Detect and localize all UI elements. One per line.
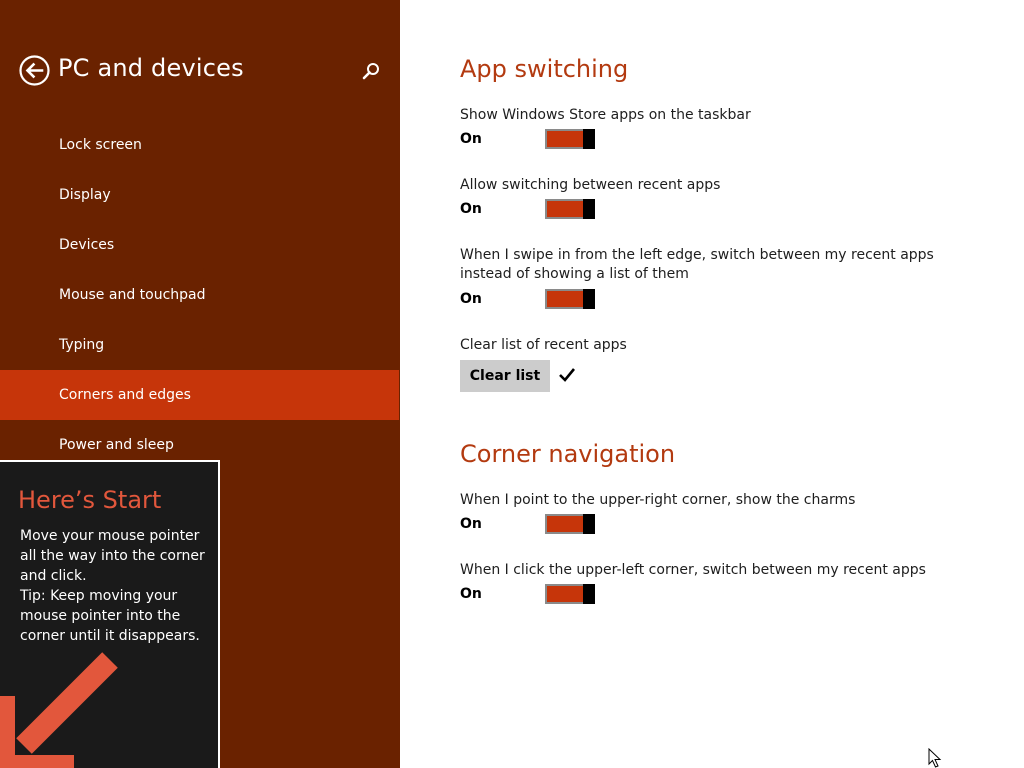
sidebar-item-mouse-and-touchpad[interactable]: Mouse and touchpad [0, 270, 399, 320]
checkmark-icon [559, 368, 576, 382]
toggle-state: On [460, 201, 482, 217]
page-title: PC and devices [58, 54, 244, 82]
setting-label: Show Windows Store apps on the taskbar [460, 107, 751, 123]
arrow-down-left-icon [0, 652, 118, 768]
toggle-state: On [460, 131, 482, 147]
toggle-thumb [583, 584, 595, 604]
start-tip-text: Tip: Keep moving your [20, 588, 178, 604]
toggle-thumb [583, 129, 595, 149]
show-charms-toggle[interactable] [545, 514, 595, 534]
toggle-fill [547, 586, 583, 602]
taskbar-apps-toggle[interactable] [545, 129, 595, 149]
toggle-fill [547, 201, 583, 217]
sidebar-item-label: Mouse and touchpad [59, 287, 206, 303]
back-button[interactable] [19, 55, 50, 86]
mouse-cursor-icon [928, 748, 942, 768]
setting-label: Allow switching between recent apps [460, 177, 721, 193]
sidebar-item-corners-and-edges[interactable]: Corners and edges [0, 370, 399, 420]
section-heading-corner-navigation: Corner navigation [460, 440, 676, 468]
start-tip-text: mouse pointer into the [20, 608, 181, 624]
setting-label: When I click the upper-left corner, swit… [460, 562, 926, 578]
sidebar-item-devices[interactable]: Devices [0, 220, 399, 270]
toggle-state: On [460, 516, 482, 532]
sidebar-item-lock-screen[interactable]: Lock screen [0, 120, 399, 170]
sidebar-item-typing[interactable]: Typing [0, 320, 399, 370]
toggle-thumb [583, 514, 595, 534]
sidebar-item-label: Display [59, 187, 111, 203]
setting-label: When I swipe in from the left edge, swit… [460, 247, 934, 282]
sidebar-item-label: Typing [59, 337, 105, 353]
setting-label: When I point to the upper-right corner, … [460, 492, 856, 508]
toggle-fill [547, 291, 583, 307]
search-button[interactable] [360, 60, 382, 82]
clear-list-button[interactable]: Clear list [460, 360, 550, 392]
sidebar-item-display[interactable]: Display [0, 170, 399, 220]
upper-left-corner-toggle[interactable] [545, 584, 595, 604]
toggle-fill [547, 516, 583, 532]
toggle-thumb [583, 289, 595, 309]
start-tip-text: all the way into the corner [20, 548, 205, 564]
start-tip-text: Move your mouse pointer [20, 528, 200, 544]
section-heading-app-switching: App switching [460, 55, 629, 83]
sidebar-item-label: Corners and edges [59, 387, 191, 403]
toggle-fill [547, 131, 583, 147]
toggle-state: On [460, 291, 482, 307]
setting-label: Clear list of recent apps [460, 337, 627, 353]
back-arrow-icon [19, 55, 50, 86]
sidebar-item-label: Devices [59, 237, 115, 253]
toggle-state: On [460, 586, 482, 602]
recent-apps-switching-toggle[interactable] [545, 199, 595, 219]
toggle-thumb [583, 199, 595, 219]
start-tip-title: Here’s Start [18, 486, 162, 514]
search-icon [362, 63, 379, 80]
start-tip-text: and click. [20, 568, 87, 584]
sidebar-item-label: Lock screen [59, 137, 142, 153]
start-tip-text: corner until it disappears. [20, 628, 200, 644]
swipe-left-edge-toggle[interactable] [545, 289, 595, 309]
start-tip-overlay: Here’s Start Move your mouse pointer all… [0, 460, 220, 768]
